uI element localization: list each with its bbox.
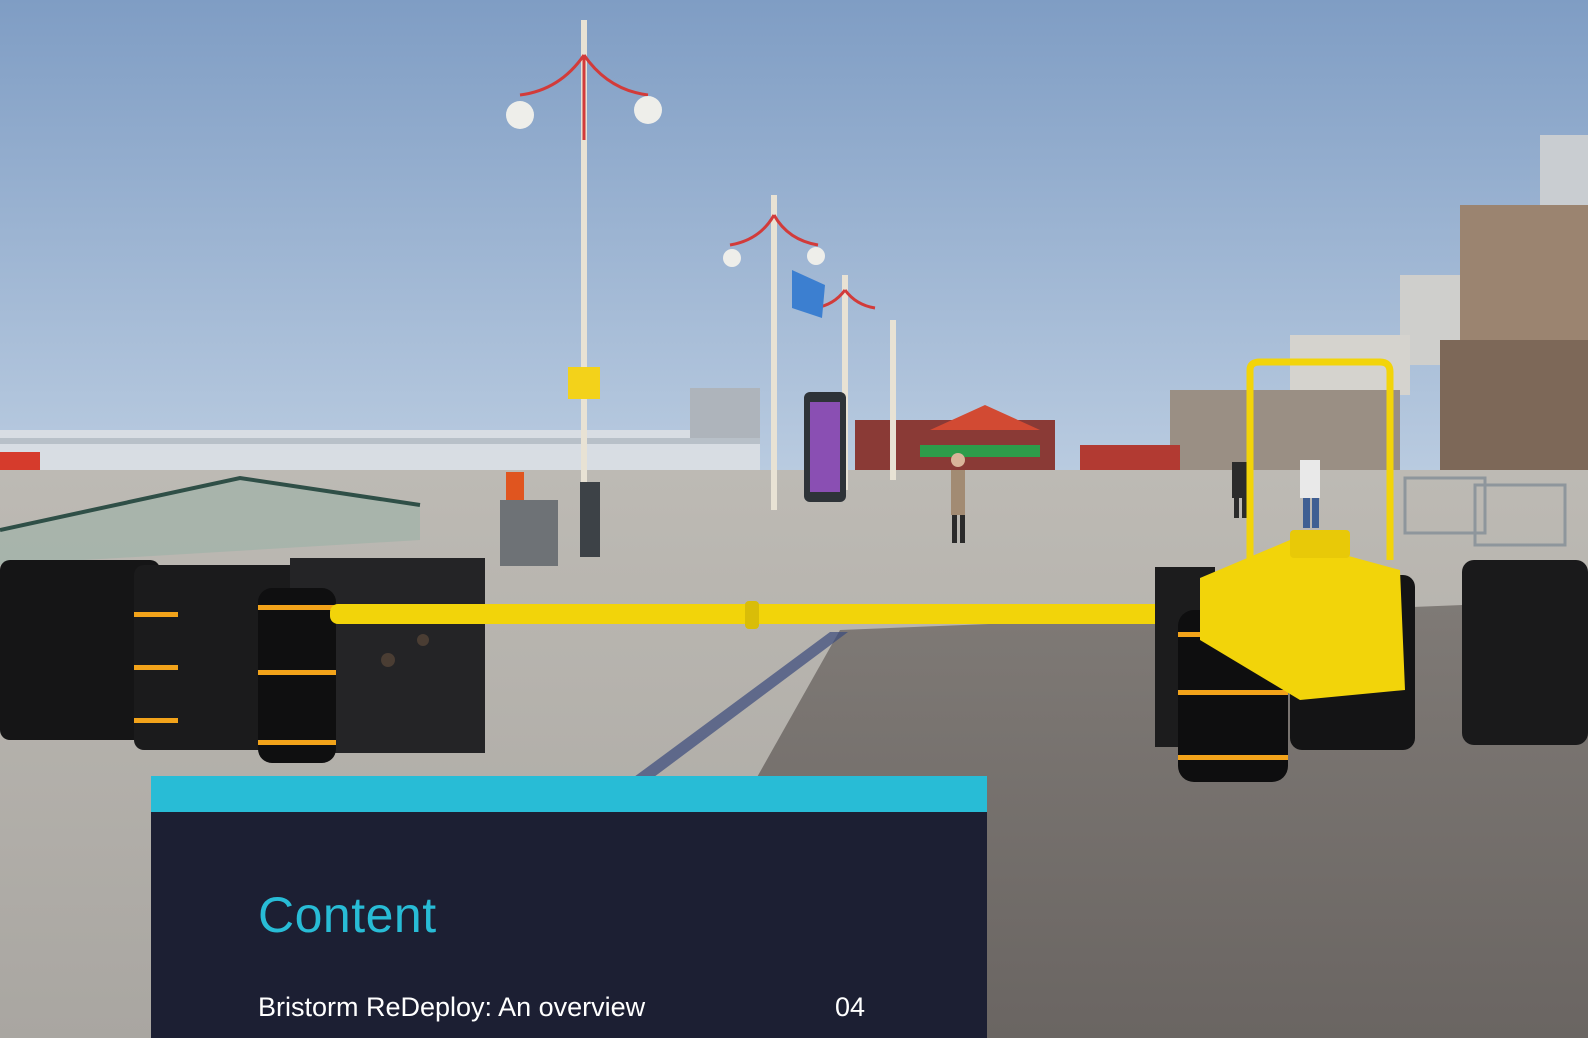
toc-entry[interactable]: Bristorm ReDeploy: An overview 04 xyxy=(258,991,878,1023)
accent-bar xyxy=(151,776,987,812)
toc-entry-label: Bristorm ReDeploy: An overview xyxy=(258,992,646,1022)
document-page: Content Bristorm ReDeploy: An overview 0… xyxy=(0,0,1588,1038)
content-panel: Content Bristorm ReDeploy: An overview 0… xyxy=(151,776,987,1038)
toc-entry-page-number: 04 xyxy=(835,992,866,1022)
content-title: Content xyxy=(258,887,437,943)
